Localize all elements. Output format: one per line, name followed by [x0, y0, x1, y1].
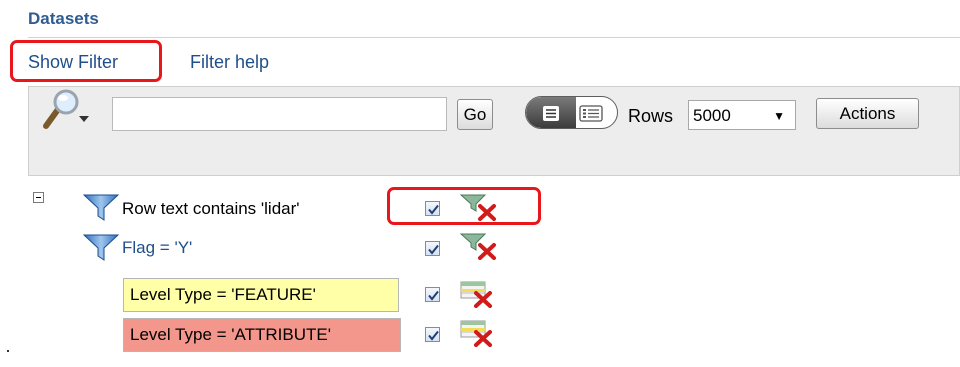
rows-label: Rows — [628, 106, 674, 126]
remove-highlight-icon[interactable] — [460, 319, 498, 352]
filter-label-row-text[interactable]: Row text contains 'lidar' — [122, 199, 300, 219]
view-toggle[interactable] — [525, 96, 618, 129]
highlight-rule-attribute[interactable]: Level Type = 'ATTRIBUTE' — [123, 318, 401, 352]
filter-enable-checkbox[interactable] — [425, 241, 440, 256]
stray-dot — [7, 350, 9, 352]
highlight-enable-checkbox[interactable] — [425, 327, 440, 342]
rows-select-value: 5000 — [693, 106, 731, 125]
search-magnifier-icon[interactable] — [40, 88, 96, 132]
go-button[interactable]: Go — [457, 99, 493, 130]
rows-select[interactable]: 5000 ▼ — [688, 100, 796, 130]
actions-button[interactable]: Actions — [816, 98, 919, 129]
highlight-rule-feature[interactable]: Level Type = 'FEATURE' — [123, 278, 399, 312]
remove-highlight-icon[interactable] — [460, 280, 498, 313]
funnel-icon — [82, 192, 120, 227]
view-mode-detail-icon[interactable] — [576, 97, 616, 129]
funnel-icon — [82, 232, 120, 267]
annotation-highlight-show-filter — [10, 40, 162, 82]
annotation-highlight-remove-filter — [387, 187, 541, 225]
chevron-down-icon: ▼ — [773, 109, 785, 123]
title-divider — [28, 37, 960, 38]
search-input[interactable] — [112, 97, 447, 131]
filter-label-flag[interactable]: Flag = 'Y' — [122, 238, 192, 258]
view-mode-list-selected[interactable] — [526, 97, 576, 128]
highlight-enable-checkbox[interactable] — [425, 287, 440, 302]
collapse-toggle-icon[interactable] — [33, 192, 44, 203]
section-title: Datasets — [28, 9, 99, 28]
remove-filter-icon[interactable] — [459, 232, 498, 265]
filter-help-link[interactable]: Filter help — [190, 52, 269, 73]
